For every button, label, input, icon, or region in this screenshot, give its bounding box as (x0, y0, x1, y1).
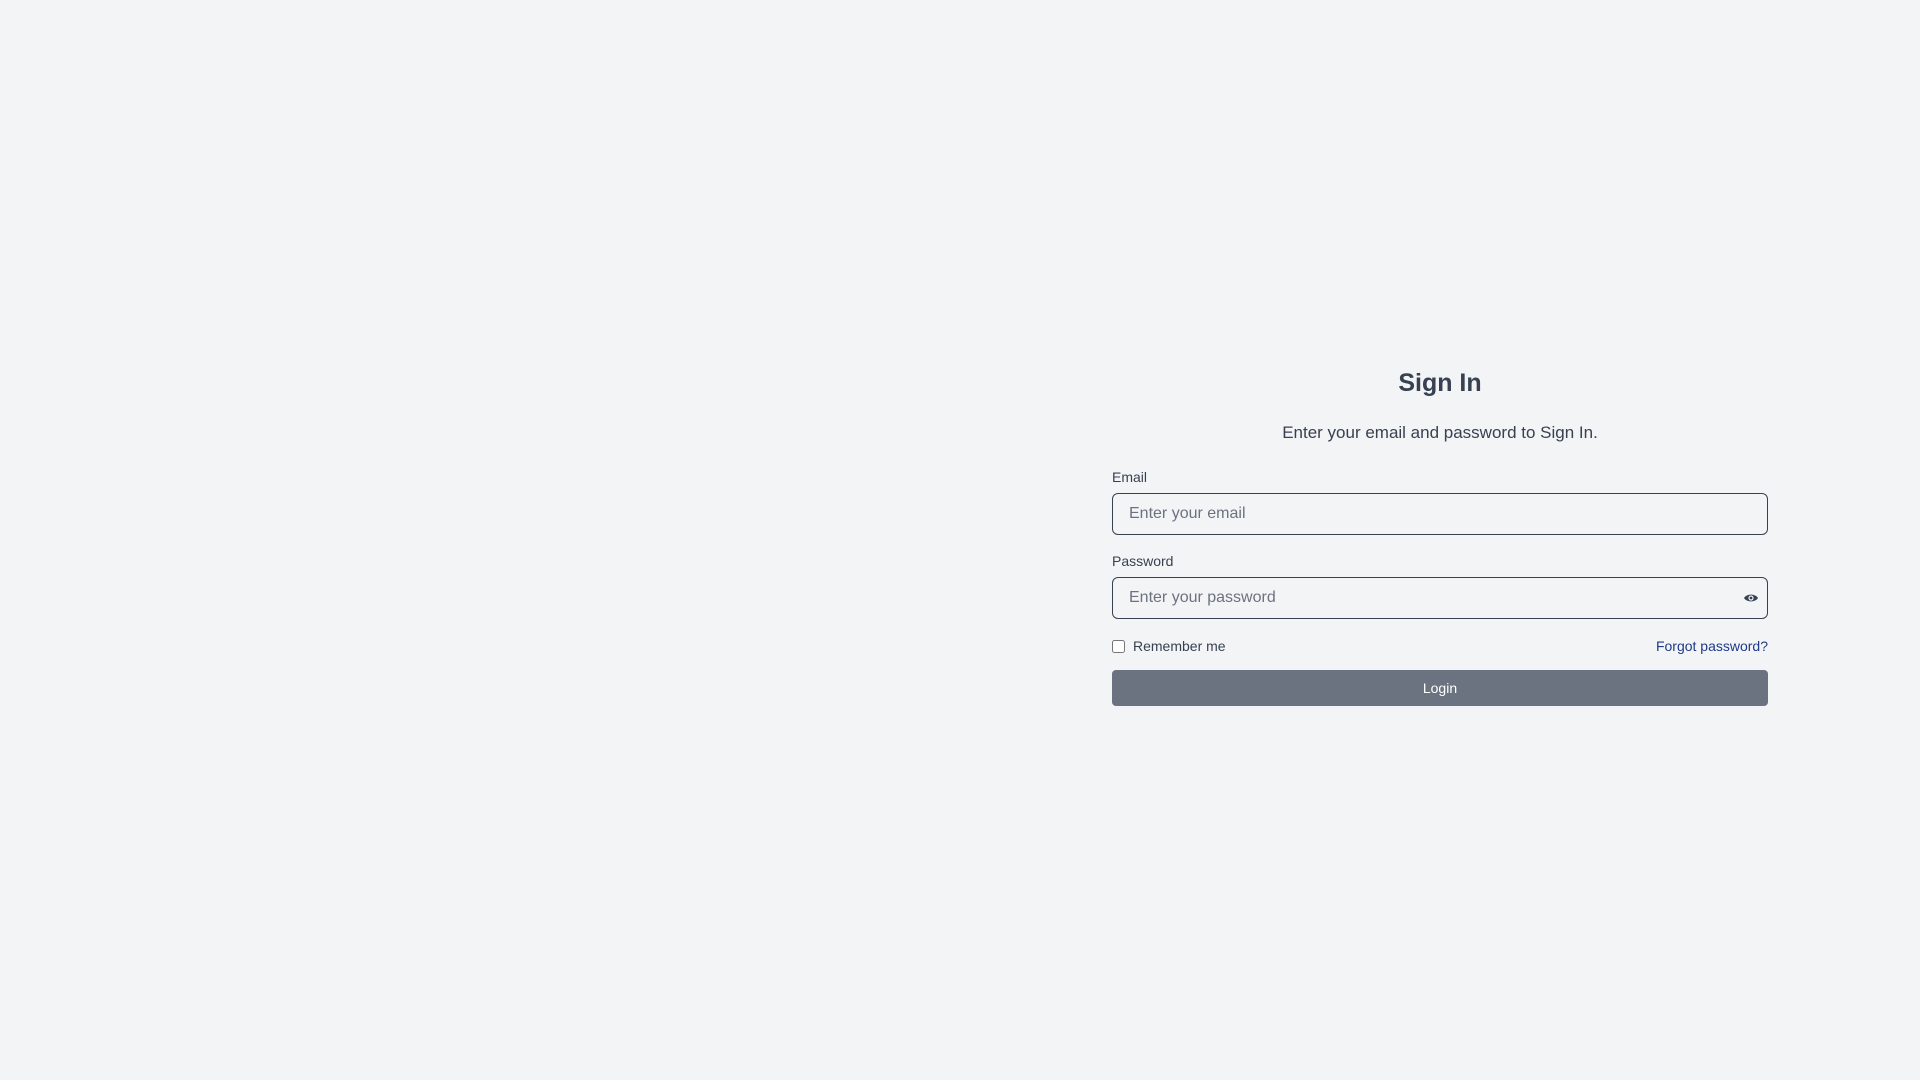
email-field-wrapper (1112, 493, 1768, 535)
page-subtitle: Enter your email and password to Sign In… (1282, 423, 1598, 442)
eye-icon[interactable] (1740, 587, 1762, 609)
sign-in-form: Sign In Enter your email and password to… (1112, 360, 1768, 706)
remember-me-checkbox[interactable] (1112, 639, 1125, 653)
remember-me-label[interactable]: Remember me (1133, 638, 1226, 654)
page-title: Sign In (1398, 369, 1482, 397)
login-page: Sign In Enter your email and password to… (0, 0, 1920, 1080)
password-field[interactable] (1112, 577, 1768, 619)
password-label: Password (1112, 553, 1174, 569)
email-label: Email (1112, 469, 1148, 485)
login-button[interactable]: Login (1112, 670, 1768, 706)
password-field-wrapper (1112, 577, 1768, 619)
remember-me: Remember me (1112, 638, 1226, 654)
form-options-row: Remember me Forgot password? (1112, 636, 1768, 656)
forgot-password-link[interactable]: Forgot password? (1656, 638, 1768, 654)
email-field[interactable] (1112, 493, 1768, 535)
